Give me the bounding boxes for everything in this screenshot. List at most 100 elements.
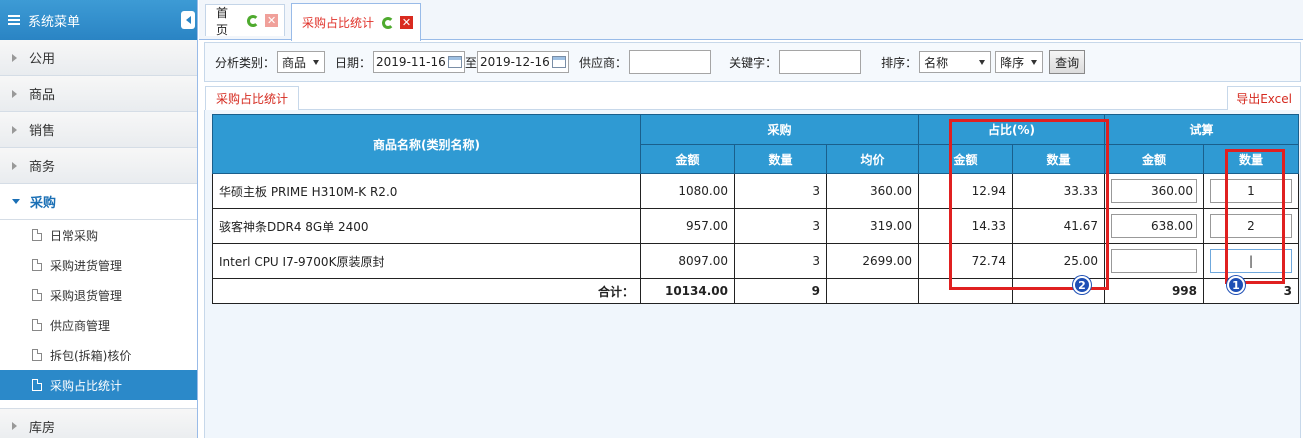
- trial-amount-input[interactable]: [1111, 249, 1197, 273]
- table-total-row: 合计： 10134.00 9 998 3: [212, 278, 1299, 304]
- chevron-right-icon: [12, 89, 17, 98]
- trial-amount-input[interactable]: 360.00: [1111, 179, 1197, 203]
- chevron-right-icon: [12, 125, 17, 134]
- sidebar: 系统菜单 公用 商品 销售 商务 采购 日常采购 采购进货管理 采购退货管理 供…: [0, 0, 198, 438]
- cell-ratio-amount: 72.74: [918, 243, 1013, 279]
- close-icon[interactable]: ✕: [400, 16, 414, 29]
- sidebar-item-purchase[interactable]: 采购: [0, 184, 197, 220]
- sidebar-item-label: 公用: [29, 52, 56, 67]
- date-from-value: 2019-11-16: [376, 55, 446, 69]
- export-excel-button[interactable]: 导出Excel: [1227, 86, 1301, 110]
- cell-name: 华硕主板 PRIME H310M-K R2.0: [212, 173, 641, 209]
- keyword-input[interactable]: [779, 50, 862, 74]
- sidebar-item-label: 销售: [29, 124, 56, 139]
- tab-label: 采购占比统计: [302, 16, 375, 30]
- sidebar-subitem-label: 供应商管理: [50, 318, 111, 333]
- cell-ratio-amount: 14.33: [918, 208, 1013, 244]
- sidebar-subitem-purchase-in[interactable]: 采购进货管理: [0, 250, 197, 280]
- cell-qty: 3: [734, 243, 827, 279]
- cell-amount: 1080.00: [640, 173, 735, 209]
- trial-qty-input[interactable]: |: [1210, 249, 1292, 273]
- sidebar-item-public[interactable]: 公用: [0, 40, 197, 76]
- sidebar-item-warehouse[interactable]: 库房: [0, 408, 197, 438]
- document-icon: [32, 379, 42, 391]
- trial-amount-input[interactable]: 638.00: [1111, 214, 1197, 238]
- refresh-icon[interactable]: [247, 14, 260, 27]
- trial-qty-input[interactable]: 1: [1210, 179, 1292, 203]
- filter-bar: 分析类别： 商品 日期： 2019-11-16 至 2019-12-16 供应商…: [204, 42, 1301, 82]
- supplier-input[interactable]: [629, 50, 712, 74]
- sort-label: 排序：: [881, 55, 918, 70]
- chevron-right-icon: [12, 422, 17, 430]
- sidebar-item-label: 商品: [29, 88, 56, 103]
- cell-ratio-amount: 12.94: [918, 173, 1013, 209]
- sidebar-item-sales[interactable]: 销售: [0, 112, 197, 148]
- cell-name: Interl CPU I7-9700K原装原封: [212, 243, 641, 279]
- total-trial-amount: 998: [1104, 278, 1204, 304]
- header-qty: 数量: [734, 144, 827, 174]
- order-select[interactable]: 降序: [995, 51, 1044, 73]
- chevron-down-icon: [12, 199, 20, 204]
- tab-bar: 首页 ✕ 采购占比统计 ✕: [199, 0, 1303, 41]
- header-trial-amount: 金额: [1104, 144, 1204, 174]
- menu-icon: [8, 15, 20, 25]
- tab-home[interactable]: 首页 ✕: [205, 4, 285, 37]
- close-icon[interactable]: ✕: [265, 14, 278, 27]
- cell-avg: 319.00: [826, 208, 919, 244]
- header-name: 商品名称(类别名称): [212, 114, 641, 174]
- order-select-value: 降序: [1000, 55, 1025, 70]
- cell-avg: 2699.00: [826, 243, 919, 279]
- sidebar-subitem-label: 采购占比统计: [50, 378, 123, 393]
- sidebar-item-business[interactable]: 商务: [0, 148, 197, 184]
- collapse-icon[interactable]: [181, 11, 195, 29]
- total-amount: 10134.00: [640, 278, 735, 304]
- date-to-field[interactable]: 2019-12-16: [477, 51, 570, 73]
- calendar-icon[interactable]: [552, 56, 567, 68]
- calendar-icon[interactable]: [448, 56, 463, 68]
- header-purchase: 采购: [640, 114, 919, 145]
- sidebar-title: 系统菜单: [28, 14, 81, 30]
- document-icon: [32, 259, 42, 271]
- sidebar-item-label: 采购: [30, 196, 57, 211]
- sidebar-item-label: 商务: [29, 160, 56, 175]
- total-label: 合计：: [212, 278, 641, 304]
- sidebar-subitem-label: 拆包(拆箱)核价: [50, 348, 132, 363]
- keyword-label: 关键字：: [729, 55, 778, 70]
- sidebar-item-goods[interactable]: 商品: [0, 76, 197, 112]
- date-from-field[interactable]: 2019-11-16: [373, 51, 466, 73]
- cell-qty: 3: [734, 173, 827, 209]
- date-label: 日期：: [335, 55, 372, 70]
- purchase-ratio-table: 商品名称(类别名称) 采购 占比(%) 试算 金额 数量 均价 金额 数量 金额…: [212, 114, 1299, 304]
- document-icon: [32, 289, 42, 301]
- supplier-label: 供应商：: [579, 55, 628, 70]
- table-row: 骇客神条DDR4 8G单 2400 957.00 3 319.00 14.33 …: [212, 208, 1299, 244]
- sort-select[interactable]: 名称: [919, 51, 992, 73]
- total-qty: 9: [734, 278, 827, 304]
- total-avg-empty: [826, 278, 919, 304]
- sidebar-subitem-supplier[interactable]: 供应商管理: [0, 310, 197, 340]
- header-trial: 试算: [1104, 114, 1299, 145]
- sidebar-item-label: 库房: [29, 420, 56, 436]
- sidebar-subitem-label: 日常采购: [50, 228, 99, 243]
- cell-ratio-qty: 25.00: [1012, 243, 1105, 279]
- category-select[interactable]: 商品: [277, 51, 326, 73]
- chevron-right-icon: [12, 161, 17, 170]
- refresh-icon[interactable]: [382, 16, 395, 29]
- document-icon: [32, 229, 42, 241]
- subtab-purchase-ratio[interactable]: 采购占比统计: [205, 86, 300, 110]
- tab-purchase-ratio[interactable]: 采购占比统计 ✕: [291, 3, 421, 41]
- cell-ratio-qty: 33.33: [1012, 173, 1105, 209]
- sidebar-subitem-daily-purchase[interactable]: 日常采购: [0, 220, 197, 250]
- sidebar-subitem-purchase-return[interactable]: 采购退货管理: [0, 280, 197, 310]
- query-button[interactable]: 查询: [1049, 50, 1086, 74]
- sidebar-header: 系统菜单: [0, 0, 197, 40]
- date-to-value: 2019-12-16: [480, 55, 550, 69]
- header-avg: 均价: [826, 144, 919, 174]
- document-icon: [32, 319, 42, 331]
- sidebar-subitem-unpack-price[interactable]: 拆包(拆箱)核价: [0, 340, 197, 370]
- header-amount: 金额: [640, 144, 735, 174]
- trial-qty-input[interactable]: 2: [1210, 214, 1292, 238]
- sidebar-subitem-purchase-ratio[interactable]: 采购占比统计: [0, 370, 197, 400]
- sidebar-subitem-label: 采购进货管理: [50, 258, 123, 273]
- cell-avg: 360.00: [826, 173, 919, 209]
